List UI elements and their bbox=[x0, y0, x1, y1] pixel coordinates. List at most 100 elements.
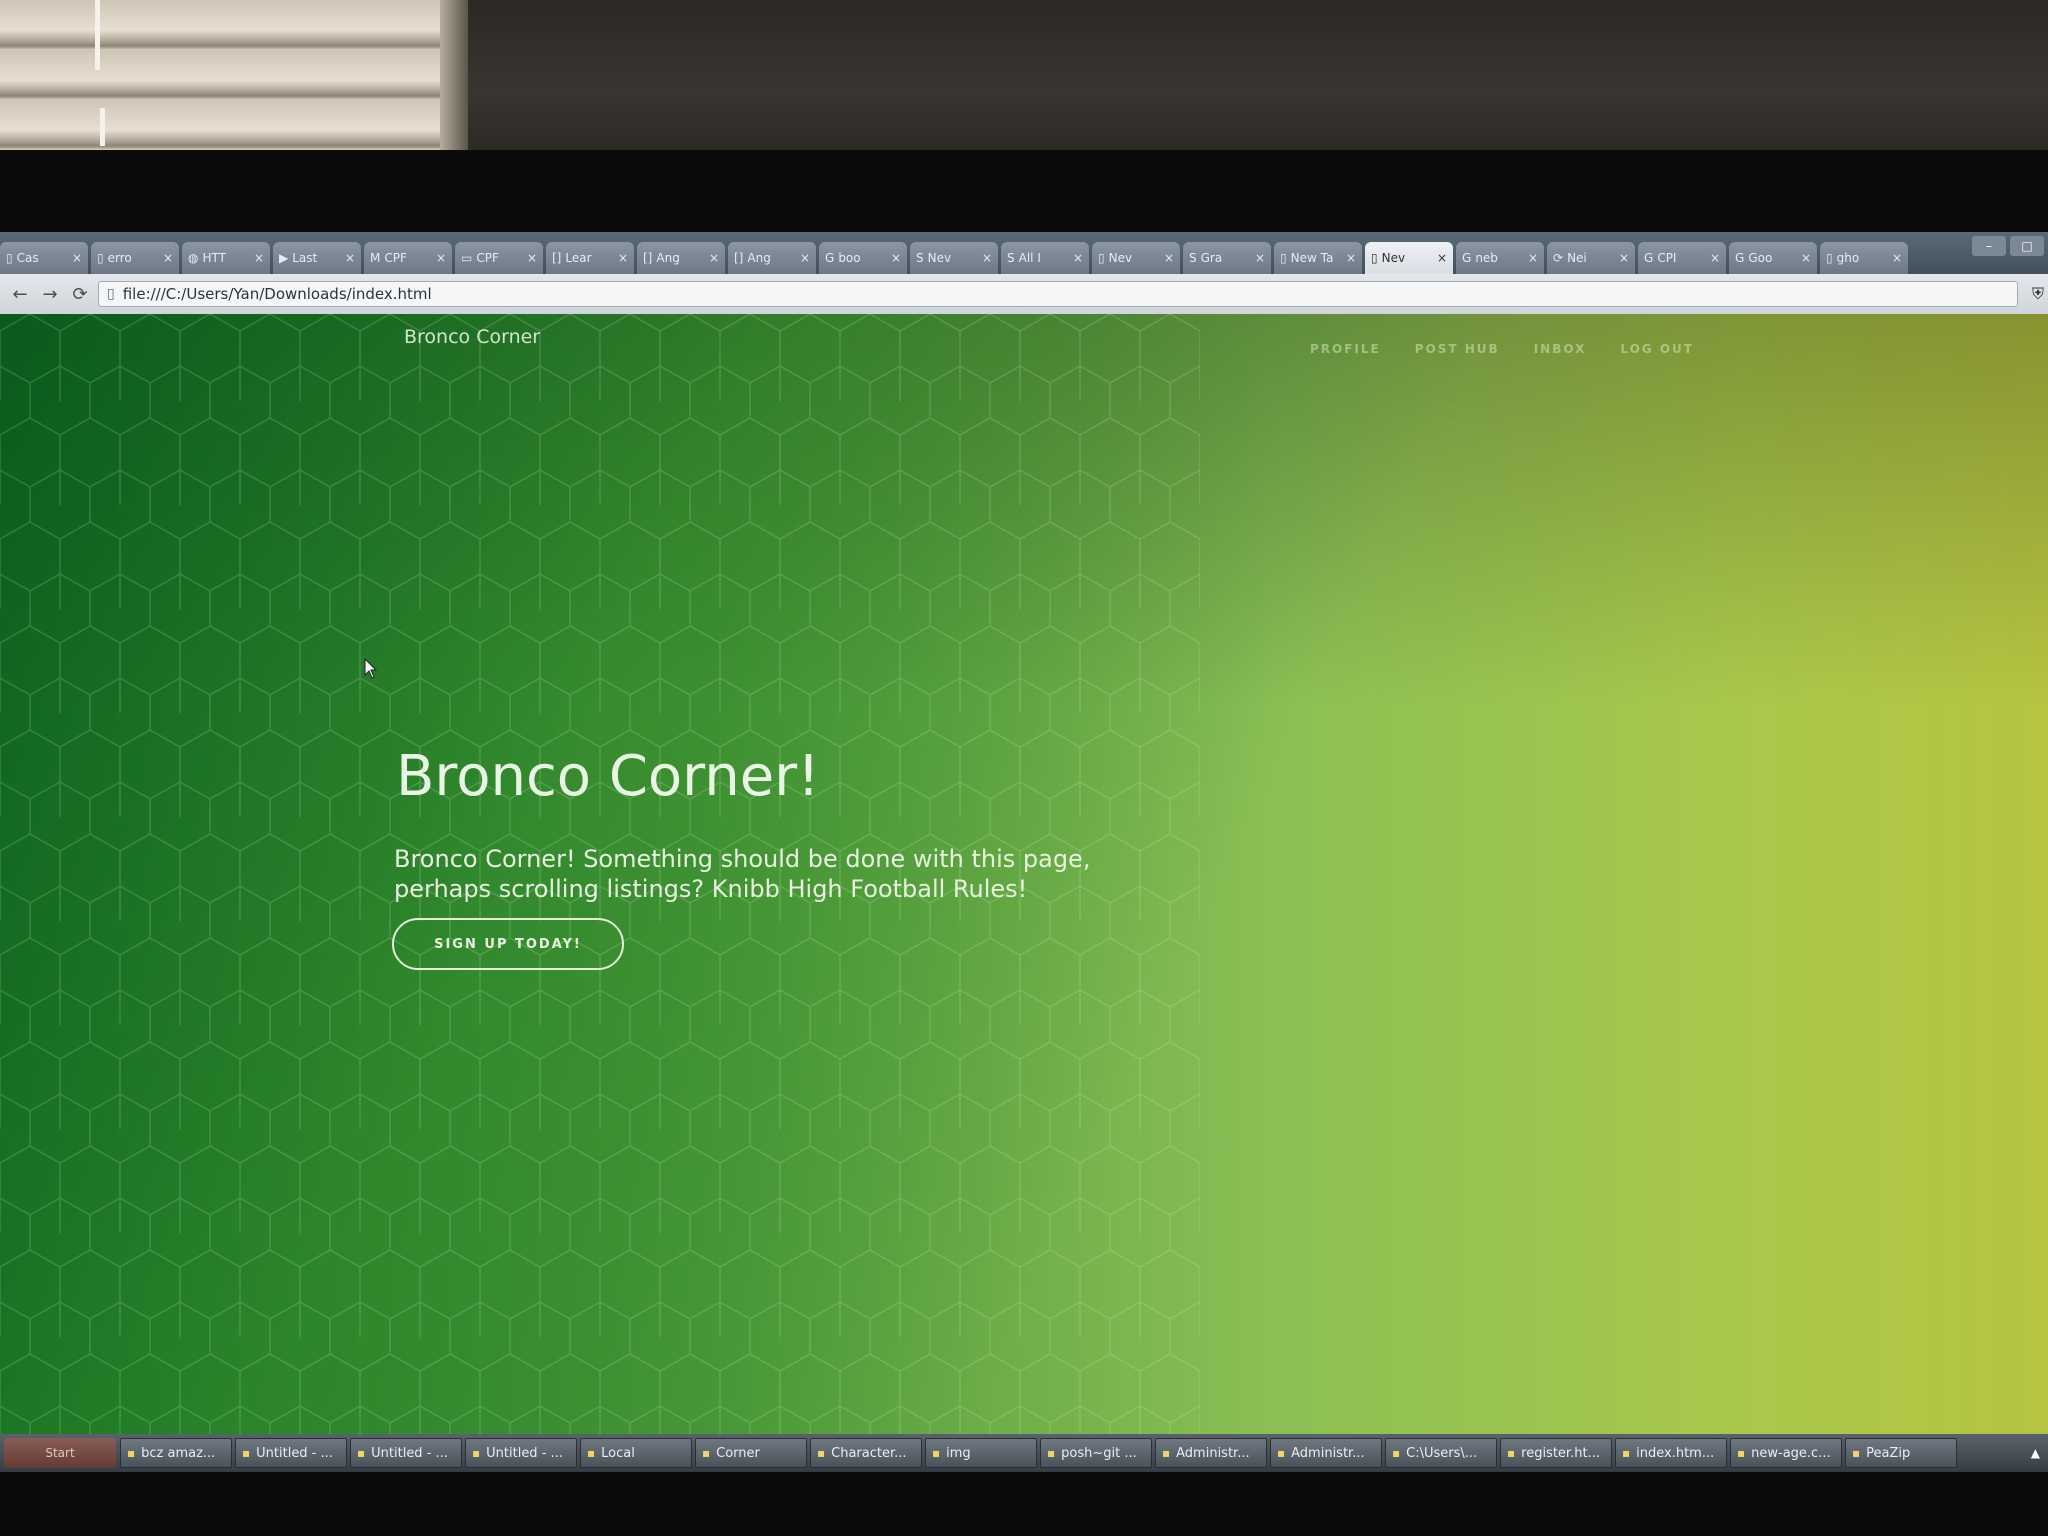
browser-tab-strip: ▯ Cas × ▯ erro × ◍ HTT × ▶ Last × M CPF × ▭ CPF ×[] Lear ×[… bbox=[0, 232, 2048, 274]
taskbar-item[interactable]: ▪ posh~git ... bbox=[1040, 1438, 1152, 1468]
browser-tab[interactable]: S Gra × bbox=[1183, 242, 1271, 274]
taskbar-item[interactable]: ▪ PeaZip bbox=[1845, 1438, 1957, 1468]
window-icon: ▪ bbox=[1392, 1446, 1401, 1460]
browser-tab[interactable]: M CPF × bbox=[364, 242, 452, 274]
s-icon: S bbox=[1007, 251, 1015, 265]
browser-tab[interactable]: ▯ Nev × bbox=[1092, 242, 1180, 274]
navbar-brand[interactable]: Bronco Corner bbox=[404, 326, 540, 348]
taskbar-item-label: img bbox=[946, 1445, 971, 1461]
taskbar-item[interactable]: ▪ Untitled - ... bbox=[465, 1438, 577, 1468]
tab-title: CPF bbox=[476, 251, 499, 265]
browser-tab[interactable]: S Nev × bbox=[910, 242, 998, 274]
maximize-button[interactable]: □ bbox=[2010, 236, 2044, 256]
nav-link-profile[interactable]: PROFILE bbox=[1310, 342, 1381, 356]
browser-tab[interactable]: ▯ Cas × bbox=[0, 242, 88, 274]
taskbar-item[interactable]: ▪ bcz amaz... bbox=[120, 1438, 232, 1468]
forward-arrow-icon[interactable]: → bbox=[38, 284, 62, 305]
tab-close-icon[interactable]: × bbox=[1346, 251, 1356, 265]
tab-title: Nev bbox=[1108, 251, 1133, 265]
browser-tab[interactable]: [] Ang × bbox=[728, 242, 816, 274]
page-icon: ▯ bbox=[1098, 251, 1105, 265]
browser-tab[interactable]: ▯ Nev × bbox=[1365, 242, 1453, 274]
taskbar-item[interactable]: ▪ C:\Users\... bbox=[1385, 1438, 1497, 1468]
tab-close-icon[interactable]: × bbox=[1437, 251, 1447, 265]
tab-close-icon[interactable]: × bbox=[254, 251, 264, 265]
browser-tab[interactable]: ◍ HTT × bbox=[182, 242, 270, 274]
tab-close-icon[interactable]: × bbox=[1255, 251, 1265, 265]
taskbar: Start ▪ bcz amaz... ▪ Untitled - ... ▪ Untitl… bbox=[0, 1434, 2048, 1472]
browser-tab[interactable]: ⟳ Nei × bbox=[1547, 242, 1635, 274]
taskbar-item-label: Administr... bbox=[1291, 1445, 1365, 1461]
tray-expand-icon[interactable]: ▲ bbox=[2031, 1446, 2040, 1460]
browser-tab[interactable]: [] Ang × bbox=[637, 242, 725, 274]
taskbar-items: ▪ bcz amaz... ▪ Untitled - ... ▪ Untitled - .… bbox=[120, 1438, 1957, 1468]
youtube-icon: ▶ bbox=[279, 251, 289, 265]
taskbar-item[interactable]: ▪ Local bbox=[580, 1438, 692, 1468]
tab-close-icon[interactable]: × bbox=[800, 251, 810, 265]
web-page: Bronco Corner PROFILE POST HUB INBOX LOG… bbox=[0, 314, 2048, 1434]
tab-close-icon[interactable]: × bbox=[436, 251, 446, 265]
tab-title: Nev bbox=[927, 251, 952, 265]
shield-icon[interactable]: ⛨ bbox=[2032, 284, 2044, 304]
browser-tab[interactable]: ▯ New Ta × bbox=[1274, 242, 1362, 274]
tab-close-icon[interactable]: × bbox=[527, 251, 537, 265]
tab-title: Ang bbox=[656, 251, 680, 265]
tab-title: Lear bbox=[565, 251, 592, 265]
tab-close-icon[interactable]: × bbox=[1892, 251, 1902, 265]
tab-title: Nei bbox=[1567, 251, 1587, 265]
page-icon: ▯ bbox=[1826, 251, 1833, 265]
tab-close-icon[interactable]: × bbox=[1710, 251, 1720, 265]
browser-tab[interactable]: Gneb × bbox=[1456, 242, 1544, 274]
taskbar-item[interactable]: ▪ new-age.c... bbox=[1730, 1438, 1842, 1468]
taskbar-item[interactable]: ▪ Administr... bbox=[1155, 1438, 1267, 1468]
tab-close-icon[interactable]: × bbox=[709, 251, 719, 265]
tab-close-icon[interactable]: × bbox=[1164, 251, 1174, 265]
tab-title: Cas bbox=[16, 251, 39, 265]
back-arrow-icon[interactable]: ← bbox=[8, 284, 32, 305]
page-icon: ▯ bbox=[1280, 251, 1287, 265]
browser-tab[interactable]: G Goo × bbox=[1729, 242, 1817, 274]
tab-close-icon[interactable]: × bbox=[72, 251, 82, 265]
nav-link-post-hub[interactable]: POST HUB bbox=[1415, 342, 1500, 356]
tab-close-icon[interactable]: × bbox=[1619, 251, 1629, 265]
taskbar-item[interactable]: ▪ register.ht... bbox=[1500, 1438, 1612, 1468]
taskbar-item-label: Character... bbox=[831, 1445, 907, 1461]
tab-close-icon[interactable]: × bbox=[1073, 251, 1083, 265]
tab-close-icon[interactable]: × bbox=[345, 251, 355, 265]
tab-close-icon[interactable]: × bbox=[618, 251, 628, 265]
address-bar[interactable]: ▯ file:///C:/Users/Yan/Downloads/index.h… bbox=[98, 281, 2018, 307]
taskbar-item[interactable]: ▪ img bbox=[925, 1438, 1037, 1468]
taskbar-item-label: Untitled - ... bbox=[256, 1445, 333, 1461]
reload-icon[interactable]: ⟳ bbox=[68, 284, 92, 305]
browser-tab[interactable]: [] Lear × bbox=[546, 242, 634, 274]
tab-close-icon[interactable]: × bbox=[982, 251, 992, 265]
nav-link-log-out[interactable]: LOG OUT bbox=[1620, 342, 1694, 356]
taskbar-item[interactable]: ▪ Corner bbox=[695, 1438, 807, 1468]
window-icon: ▪ bbox=[242, 1446, 251, 1460]
browser-tab[interactable]: ▯ erro × bbox=[91, 242, 179, 274]
start-button[interactable]: Start bbox=[4, 1438, 116, 1468]
sign-up-button[interactable]: SIGN UP TODAY! bbox=[392, 918, 624, 970]
taskbar-item[interactable]: ▪ Untitled - ... bbox=[235, 1438, 347, 1468]
tab-close-icon[interactable]: × bbox=[1528, 251, 1538, 265]
taskbar-item-label: posh~git ... bbox=[1061, 1445, 1137, 1461]
taskbar-item[interactable]: ▪ Administr... bbox=[1270, 1438, 1382, 1468]
browser-tab[interactable]: S All I × bbox=[1001, 242, 1089, 274]
minimize-button[interactable]: – bbox=[1972, 236, 2006, 256]
browser-tab[interactable]: G CPI × bbox=[1638, 242, 1726, 274]
tab-close-icon[interactable]: × bbox=[1801, 251, 1811, 265]
window-icon: ▪ bbox=[1507, 1446, 1516, 1460]
taskbar-item[interactable]: ▪ Untitled - ... bbox=[350, 1438, 462, 1468]
taskbar-item-label: register.ht... bbox=[1521, 1445, 1600, 1461]
browser-tab[interactable]: Gboo × bbox=[819, 242, 907, 274]
browser-tab[interactable]: ▯ gho × bbox=[1820, 242, 1908, 274]
browser-tab[interactable]: ▭ CPF × bbox=[455, 242, 543, 274]
nav-link-inbox[interactable]: INBOX bbox=[1534, 342, 1587, 356]
browser-tab[interactable]: ▶ Last × bbox=[273, 242, 361, 274]
tab-close-icon[interactable]: × bbox=[163, 251, 173, 265]
tab-close-icon[interactable]: × bbox=[891, 251, 901, 265]
browser-toolbar: ← → ⟳ ▯ file:///C:/Users/Yan/Downloads/i… bbox=[0, 274, 2048, 314]
taskbar-item[interactable]: ▪ Character... bbox=[810, 1438, 922, 1468]
taskbar-item[interactable]: ▪ index.htm... bbox=[1615, 1438, 1727, 1468]
address-text: file:///C:/Users/Yan/Downloads/index.htm… bbox=[122, 285, 432, 303]
